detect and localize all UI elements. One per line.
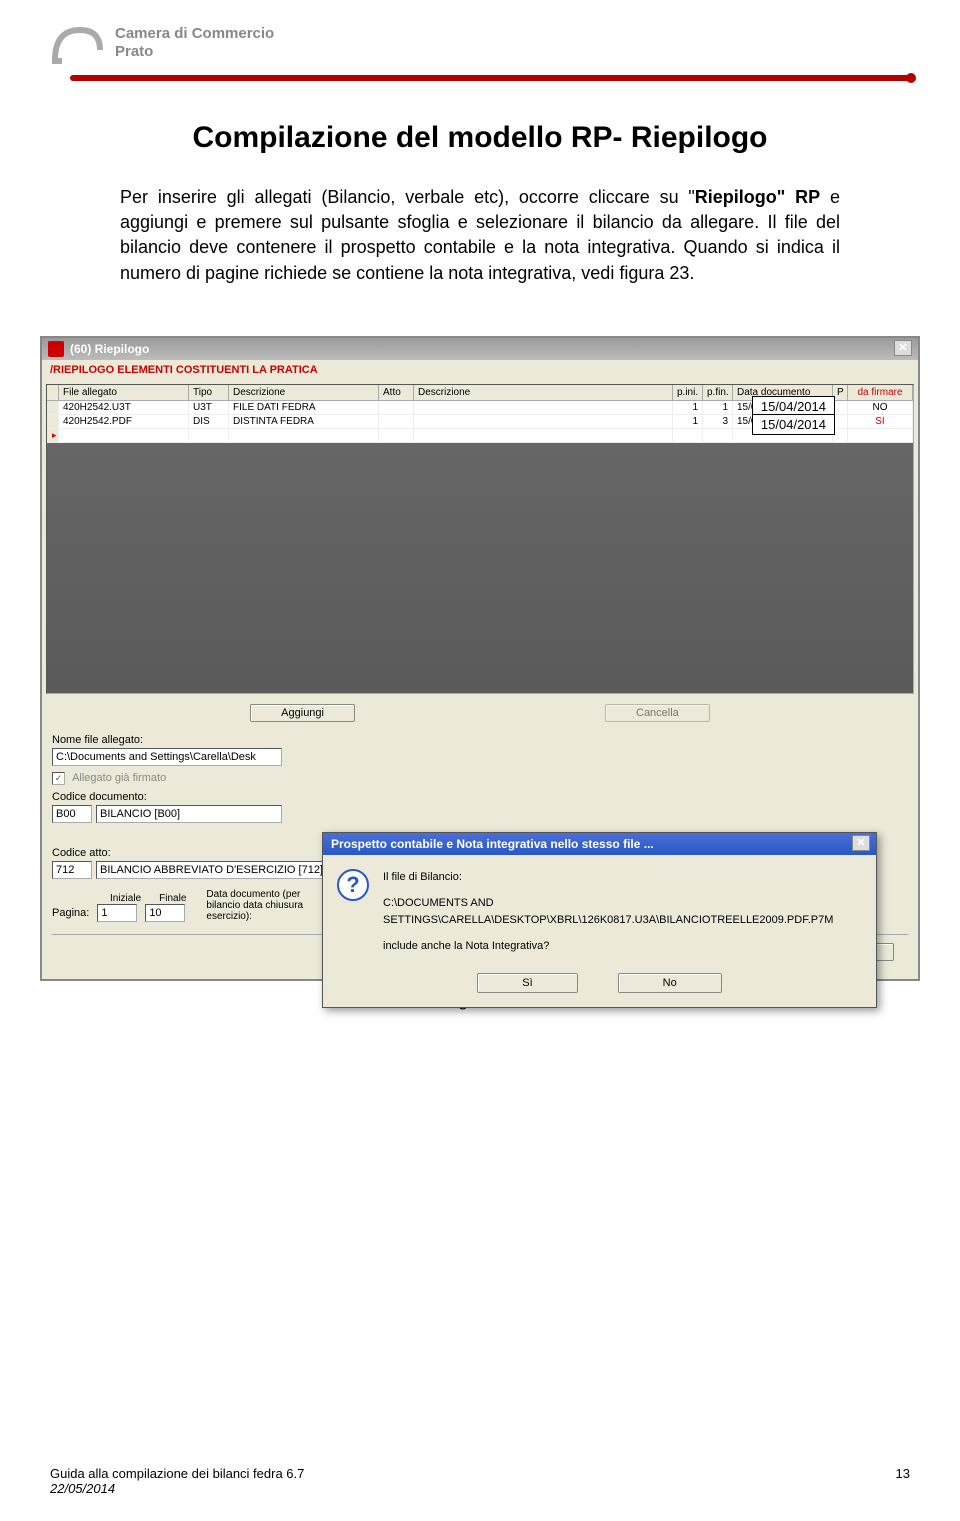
question-icon: ? <box>337 869 369 901</box>
annotation-date2: 15/04/2014 <box>752 414 835 435</box>
pagina-iniziale-input[interactable] <box>97 904 137 922</box>
org-name: Camera di Commercio Prato <box>115 25 274 61</box>
allegato-firmato-label: Allegato già firmato <box>72 772 166 784</box>
codice-doc-label: Codice documento: <box>52 791 908 803</box>
nome-file-input[interactable] <box>52 748 282 766</box>
codice-doc-desc-input[interactable] <box>96 805 282 823</box>
cancella-button[interactable]: Cancella <box>605 704 710 722</box>
pagina-finale-input[interactable] <box>145 904 185 922</box>
app-screenshot: (60) Riepilogo ✕ /RIEPILOGO ELEMENTI COS… <box>40 336 920 981</box>
document-body: Compilazione del modello RP- Riepilogo P… <box>0 81 960 336</box>
window-titlebar: (60) Riepilogo ✕ <box>42 338 918 360</box>
page-header: Camera di Commercio Prato <box>0 0 960 75</box>
nome-file-label: Nome file allegato: <box>52 734 908 746</box>
aggiungi-button[interactable]: Aggiungi <box>250 704 355 722</box>
close-icon[interactable]: ✕ <box>894 340 912 356</box>
header-underline <box>70 75 910 81</box>
dialog-titlebar: Prospetto contabile e Nota integrativa n… <box>323 833 876 855</box>
doc-title: Compilazione del modello RP- Riepilogo <box>120 121 840 155</box>
close-icon[interactable]: ✕ <box>852 835 870 851</box>
doc-paragraph: Per inserire gli allegati (Bilancio, ver… <box>120 185 840 286</box>
data-doc-label: Data documento (per bilancio data chiusu… <box>206 889 326 922</box>
section-subheader: /RIEPILOGO ELEMENTI COSTITUENTI LA PRATI… <box>42 360 918 380</box>
codice-doc-code-input[interactable] <box>52 805 92 823</box>
window-title: (60) Riepilogo <box>70 342 149 356</box>
table-buttons: Aggiungi Cancella <box>42 698 918 728</box>
page-number: 13 <box>896 1466 910 1496</box>
si-button[interactable]: Sì <box>477 973 577 993</box>
codice-atto-code-input[interactable] <box>52 861 92 879</box>
dialog-text: Il file di Bilancio: C:\DOCUMENTS AND SE… <box>383 869 862 955</box>
allegato-firmato-checkbox[interactable]: ✓ <box>52 772 65 785</box>
pagina-label: Pagina: <box>52 907 89 919</box>
page-footer: Guida alla compilazione dei bilanci fedr… <box>50 1466 910 1496</box>
prospetto-dialog: Prospetto contabile e Nota integrativa n… <box>322 832 877 1008</box>
logo-arch-icon <box>50 20 105 65</box>
table-empty-area <box>47 443 913 693</box>
no-button[interactable]: No <box>618 973 722 993</box>
app-icon <box>48 341 64 357</box>
